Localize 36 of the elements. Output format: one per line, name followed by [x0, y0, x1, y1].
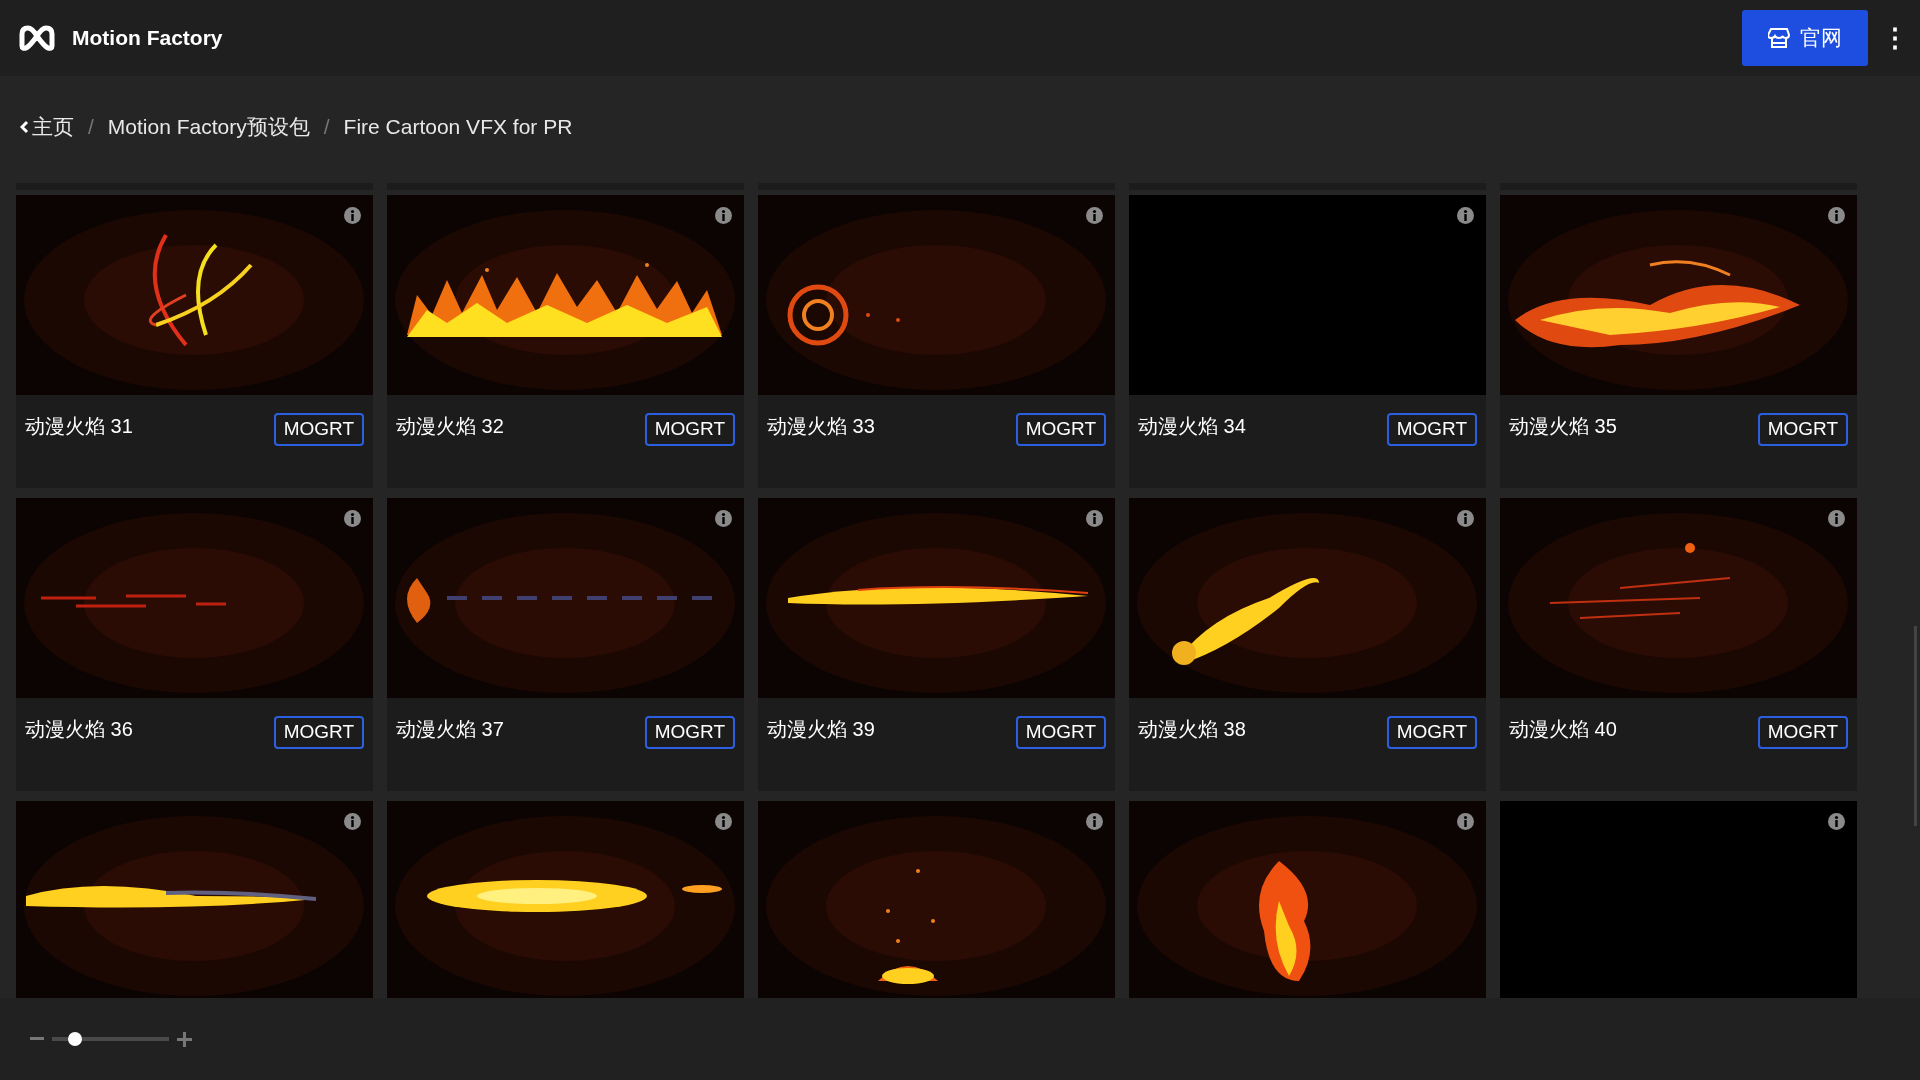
- mogrt-tag[interactable]: MOGRT: [1386, 413, 1477, 446]
- effect-title: 动漫火焰 36: [25, 717, 133, 742]
- mogrt-tag[interactable]: MOGRT: [273, 716, 364, 749]
- mogrt-tag[interactable]: MOGRT: [1015, 413, 1106, 446]
- more-button[interactable]: ⋮: [1882, 25, 1908, 51]
- breadcrumb-separator: /: [323, 113, 330, 140]
- website-button[interactable]: 官网: [1742, 10, 1868, 66]
- effect-title: 动漫火焰 32: [396, 414, 504, 439]
- effect-title: 动漫火焰 31: [25, 414, 133, 439]
- effect-title: 动漫火焰 37: [396, 717, 504, 742]
- zoom-out-icon[interactable]: [30, 1037, 44, 1041]
- effect-title: 动漫火焰 40: [1509, 717, 1617, 742]
- back-chevron-icon: [20, 119, 29, 134]
- logo-icon: [18, 24, 56, 52]
- mogrt-tag[interactable]: MOGRT: [1015, 716, 1106, 749]
- mogrt-tag[interactable]: MOGRT: [1386, 716, 1477, 749]
- breadcrumb-link[interactable]: Motion Factory预设包: [107, 110, 310, 143]
- mogrt-tag[interactable]: MOGRT: [644, 716, 735, 749]
- effect-title: 动漫火焰 38: [1138, 717, 1246, 742]
- effect-title: 动漫火焰 33: [767, 414, 875, 439]
- mogrt-tag[interactable]: MOGRT: [644, 413, 735, 446]
- mogrt-tag[interactable]: MOGRT: [1757, 716, 1848, 749]
- breadcrumb-link[interactable]: 主页: [20, 110, 74, 143]
- breadcrumb-separator: /: [88, 113, 94, 140]
- store-icon: [1768, 27, 1790, 49]
- zoom-in-icon[interactable]: [177, 1031, 192, 1047]
- mogrt-tag[interactable]: MOGRT: [1757, 413, 1848, 446]
- slider-thumb[interactable]: [68, 1032, 83, 1046]
- effect-title: 动漫火焰 34: [1138, 414, 1246, 439]
- effect-title: 动漫火焰 39: [767, 717, 875, 742]
- mogrt-tag[interactable]: MOGRT: [273, 413, 364, 446]
- breadcrumb-link[interactable]: Fire Cartoon VFX for PR: [343, 110, 573, 143]
- app-name: Motion Factory: [72, 25, 223, 52]
- info-icon[interactable]: [1457, 207, 1474, 224]
- effect-title: 动漫火焰 35: [1509, 414, 1617, 439]
- info-icon[interactable]: [1828, 813, 1845, 830]
